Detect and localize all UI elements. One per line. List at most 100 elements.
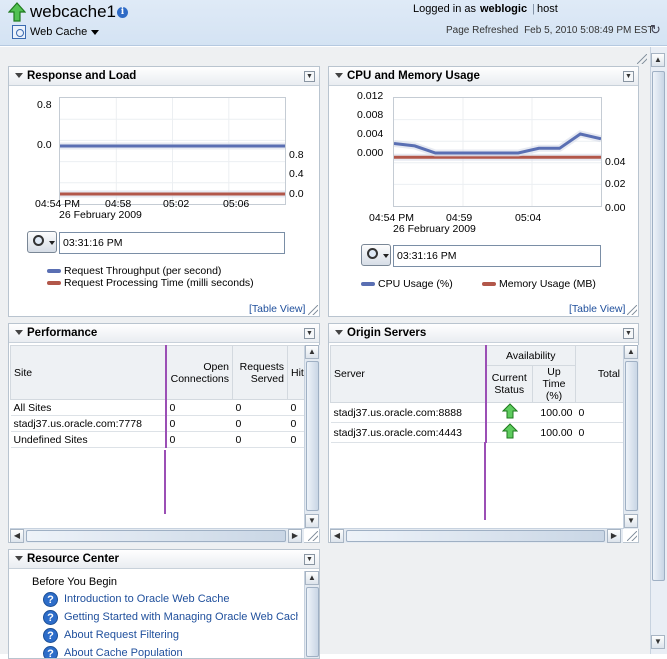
scroll-down-button[interactable]: ▼ — [305, 514, 319, 528]
scroll-up-button[interactable]: ▲ — [651, 53, 665, 67]
login-info: Logged in as weblogic | host — [413, 3, 558, 15]
y2-tick-label: 0.02 — [605, 178, 626, 190]
performance-panel: Performance ▼ Site Open Connections Requ… — [8, 323, 320, 543]
panel-menu-icon[interactable]: ▼ — [304, 71, 315, 82]
table-view-link[interactable]: [Table View] — [569, 303, 625, 315]
status-up-icon — [501, 423, 518, 439]
scroll-up-button[interactable]: ▲ — [305, 345, 319, 359]
collapse-triangle-icon[interactable] — [15, 556, 23, 561]
panel-header[interactable]: Origin Servers ▼ — [329, 324, 638, 343]
zoom-button[interactable] — [27, 231, 57, 253]
table-view-link[interactable]: [Table View] — [249, 303, 305, 315]
panel-resize-grip[interactable] — [627, 305, 637, 315]
scroll-up-button[interactable]: ▲ — [305, 571, 319, 585]
time-input[interactable]: 03:31:16 PM — [59, 232, 285, 254]
column-header-server[interactable]: Server — [330, 345, 487, 403]
panel-title: Origin Servers — [347, 327, 427, 339]
user-name[interactable]: weblogic — [480, 3, 527, 15]
panel-menu-icon[interactable]: ▼ — [623, 328, 634, 339]
legend-label: Memory Usage (MB) — [499, 278, 596, 290]
column-header-up-time[interactable]: Up Time (%) — [531, 365, 577, 403]
legend-swatch-blue — [47, 269, 61, 273]
panel-title: Performance — [27, 327, 98, 339]
table-row[interactable]: Undefined Sites 0 0 0 — [10, 431, 305, 448]
resource-link[interactable]: Getting Started with Managing Oracle Web… — [64, 611, 298, 623]
legend-swatch-blue — [361, 282, 375, 286]
panel-resize-grip[interactable] — [627, 531, 637, 541]
horizontal-scrollbar[interactable]: ◀ ▶ — [10, 528, 304, 543]
table-row[interactable]: stadj37.us.oracle.com:4443 100.00 0 — [330, 422, 624, 443]
scroll-down-button[interactable]: ▼ — [624, 514, 638, 528]
collapse-triangle-icon[interactable] — [15, 73, 23, 78]
panel-menu-icon[interactable]: ▼ — [304, 328, 315, 339]
column-header-requests-served[interactable]: Requests Served — [232, 345, 288, 400]
scroll-down-button[interactable]: ▼ — [651, 635, 665, 649]
resource-link[interactable]: About Cache Population — [64, 647, 183, 658]
vertical-scrollbar[interactable]: ▲ ▼ — [623, 345, 639, 529]
column-header-hit[interactable]: Hit — [287, 345, 305, 400]
panel-resize-grip[interactable] — [308, 305, 318, 315]
status-cell — [485, 402, 533, 423]
scrollbar-thumb[interactable] — [306, 361, 319, 511]
vertical-scrollbar[interactable]: ▲ — [304, 571, 319, 658]
column-header-open-connections[interactable]: Open Connections — [165, 345, 233, 400]
scrollbar-thumb[interactable] — [346, 530, 605, 542]
panel-header[interactable]: Response and Load ▼ — [9, 67, 319, 86]
collapse-triangle-icon[interactable] — [15, 330, 23, 335]
up-status-arrow-icon — [8, 2, 26, 22]
x-tick-label: 05:04 — [515, 212, 542, 224]
y-tick-label: 0.0 — [37, 139, 52, 151]
horizontal-scrollbar[interactable]: ◀ ▶ — [330, 528, 623, 543]
collapse-triangle-icon[interactable] — [335, 330, 343, 335]
scrollbar-thumb[interactable] — [652, 71, 665, 581]
zoom-button[interactable] — [361, 244, 391, 266]
time-input[interactable]: 03:31:16 PM — [393, 245, 601, 267]
panel-title: Response and Load — [27, 70, 137, 82]
scrollbar-thumb[interactable] — [625, 361, 638, 511]
scroll-up-button[interactable]: ▲ — [624, 345, 638, 359]
chevron-down-icon — [49, 241, 55, 245]
page-vertical-scrollbar[interactable]: ▲ ▼ — [650, 47, 667, 654]
table-row[interactable]: stadj37.us.oracle.com:8888 100.00 0 — [330, 402, 624, 423]
scrollbar-thumb[interactable] — [306, 587, 319, 657]
uptime-cell: 100.00 — [532, 422, 576, 443]
y2-tick-label: 0.04 — [605, 156, 626, 168]
resource-link[interactable]: About Request Filtering — [64, 629, 179, 641]
scroll-left-button[interactable]: ◀ — [330, 529, 344, 543]
legend-swatch-red — [47, 281, 61, 285]
resource-link[interactable]: Introduction to Oracle Web Cache — [64, 593, 230, 605]
magnifier-icon — [33, 235, 44, 246]
panel-header[interactable]: Performance ▼ — [9, 324, 319, 343]
panel-menu-icon[interactable]: ▼ — [623, 71, 634, 82]
x-tick-label: 05:06 — [223, 198, 250, 210]
web-cache-icon — [12, 25, 26, 39]
response-load-plot — [59, 97, 286, 205]
web-cache-menu[interactable]: Web Cache — [12, 24, 100, 40]
info-icon[interactable]: i — [117, 7, 128, 18]
open-connections-cell: 0 — [165, 431, 233, 448]
collapse-triangle-icon[interactable] — [335, 73, 343, 78]
performance-table: Site Open Connections Requests Served Hi… — [10, 345, 305, 448]
scrollbar-thumb[interactable] — [26, 530, 286, 542]
column-header-current-status[interactable]: Current Status — [485, 365, 533, 403]
refresh-icon[interactable]: ↻ — [650, 22, 661, 38]
panel-menu-icon[interactable]: ▼ — [304, 554, 315, 565]
panel-header[interactable]: Resource Center ▼ — [9, 550, 319, 569]
panel-header[interactable]: CPU and Memory Usage ▼ — [329, 67, 638, 86]
origin-servers-panel: Origin Servers ▼ Server Availability Tot… — [328, 323, 639, 543]
table-row[interactable]: stadj37.us.oracle.com:7778 0 0 0 — [10, 415, 305, 432]
column-header-total[interactable]: Total — [575, 345, 625, 403]
hit-cell: 0 — [287, 415, 305, 432]
cpu-memory-chart — [394, 98, 601, 206]
column-header-site[interactable]: Site — [10, 345, 167, 400]
scroll-right-button[interactable]: ▶ — [607, 529, 621, 543]
vertical-scrollbar[interactable]: ▲ ▼ — [304, 345, 320, 529]
region-resize-grip[interactable] — [637, 54, 647, 64]
requests-served-cell: 0 — [232, 399, 288, 416]
panel-resize-grip[interactable] — [308, 531, 318, 541]
table-row[interactable]: All Sites 0 0 0 — [10, 399, 305, 416]
scroll-right-button[interactable]: ▶ — [288, 529, 302, 543]
hit-cell: 0 — [287, 399, 305, 416]
logged-in-label: Logged in as — [413, 3, 476, 15]
scroll-left-button[interactable]: ◀ — [10, 529, 24, 543]
